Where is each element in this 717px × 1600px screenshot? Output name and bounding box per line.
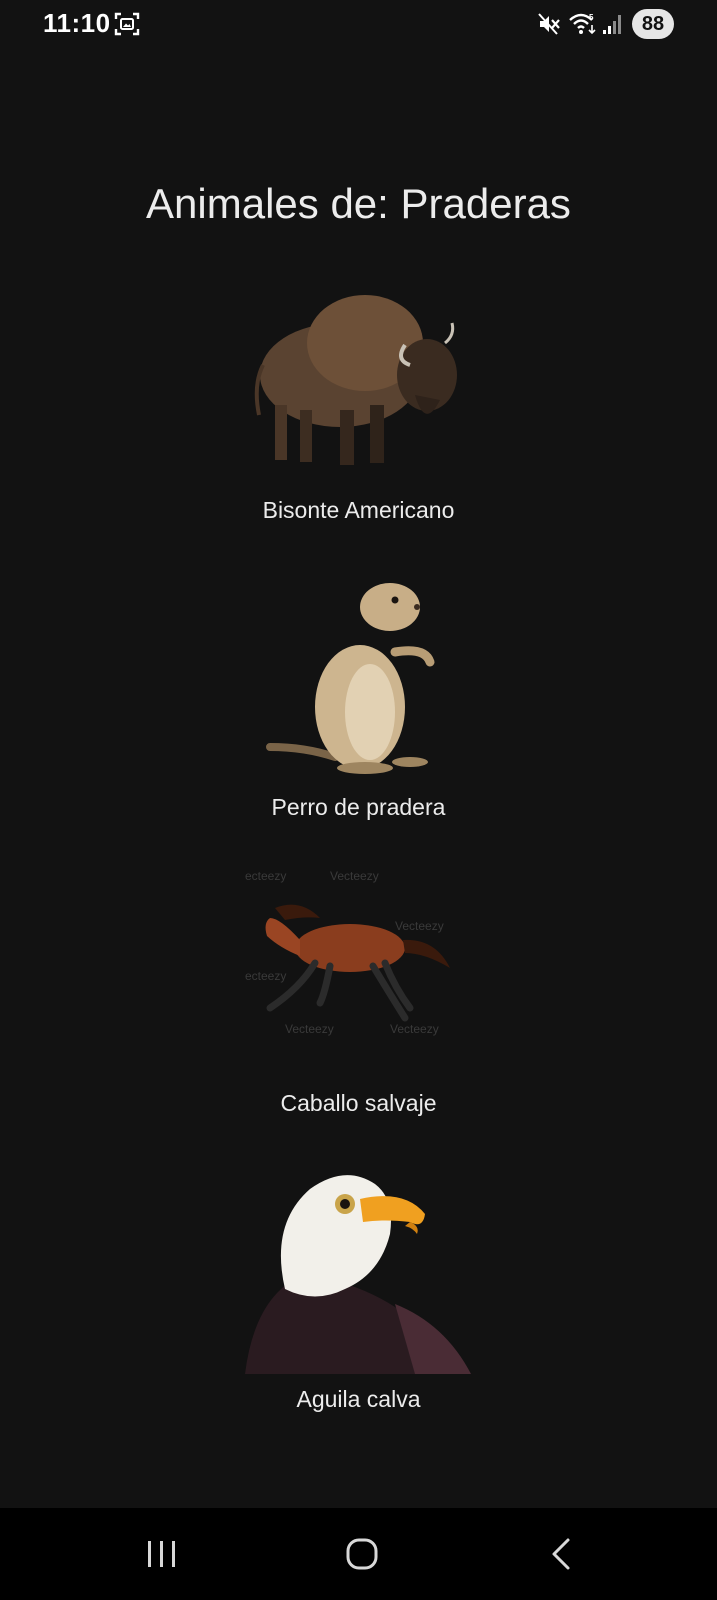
svg-text:Vecteezy: Vecteezy <box>390 1022 439 1036</box>
animal-name: Bisonte Americano <box>262 497 455 523</box>
animal-name: Aguila calva <box>296 1386 421 1412</box>
animal-item-wild-horse[interactable]: ecteezy Vecteezy Vecteezy ecteezy Vectee… <box>0 868 717 1148</box>
status-time: 11:10 <box>43 8 111 38</box>
battery-indicator: 88 <box>632 9 674 39</box>
status-bar: 11:10 5 88 <box>0 0 717 48</box>
svg-text:ecteezy: ecteezy <box>245 969 286 983</box>
svg-text:ecteezy: ecteezy <box>245 869 286 883</box>
animal-name: Perro de pradera <box>271 794 446 820</box>
svg-text:Vecteezy: Vecteezy <box>285 1022 334 1036</box>
animal-item-prairie-dog[interactable]: Perro de pradera <box>0 572 717 852</box>
svg-text:Vecteezy: Vecteezy <box>330 869 379 883</box>
animal-item-bald-eagle[interactable]: Aguila calva <box>0 1164 717 1444</box>
svg-text:5: 5 <box>589 13 594 22</box>
animal-item-bison[interactable]: Bisonte Americano <box>0 275 717 555</box>
screen-record-icon <box>114 12 140 36</box>
back-icon[interactable] <box>546 1534 578 1574</box>
wild-horse-image: ecteezy Vecteezy Vecteezy ecteezy Vectee… <box>245 869 450 1036</box>
navigation-bar <box>0 1508 717 1600</box>
recent-apps-icon[interactable] <box>142 1536 182 1572</box>
mute-icon <box>538 13 560 35</box>
wifi-icon: 5 <box>569 13 596 35</box>
prairie-dog-image <box>266 583 435 774</box>
home-icon[interactable] <box>340 1532 384 1576</box>
bald-eagle-image <box>245 1175 471 1374</box>
page-title: Animales de: Praderas <box>146 180 571 227</box>
signal-icon <box>603 15 621 34</box>
animal-name: Caballo salvaje <box>280 1090 437 1116</box>
bison-image <box>254 295 457 465</box>
svg-text:Vecteezy: Vecteezy <box>395 919 444 933</box>
